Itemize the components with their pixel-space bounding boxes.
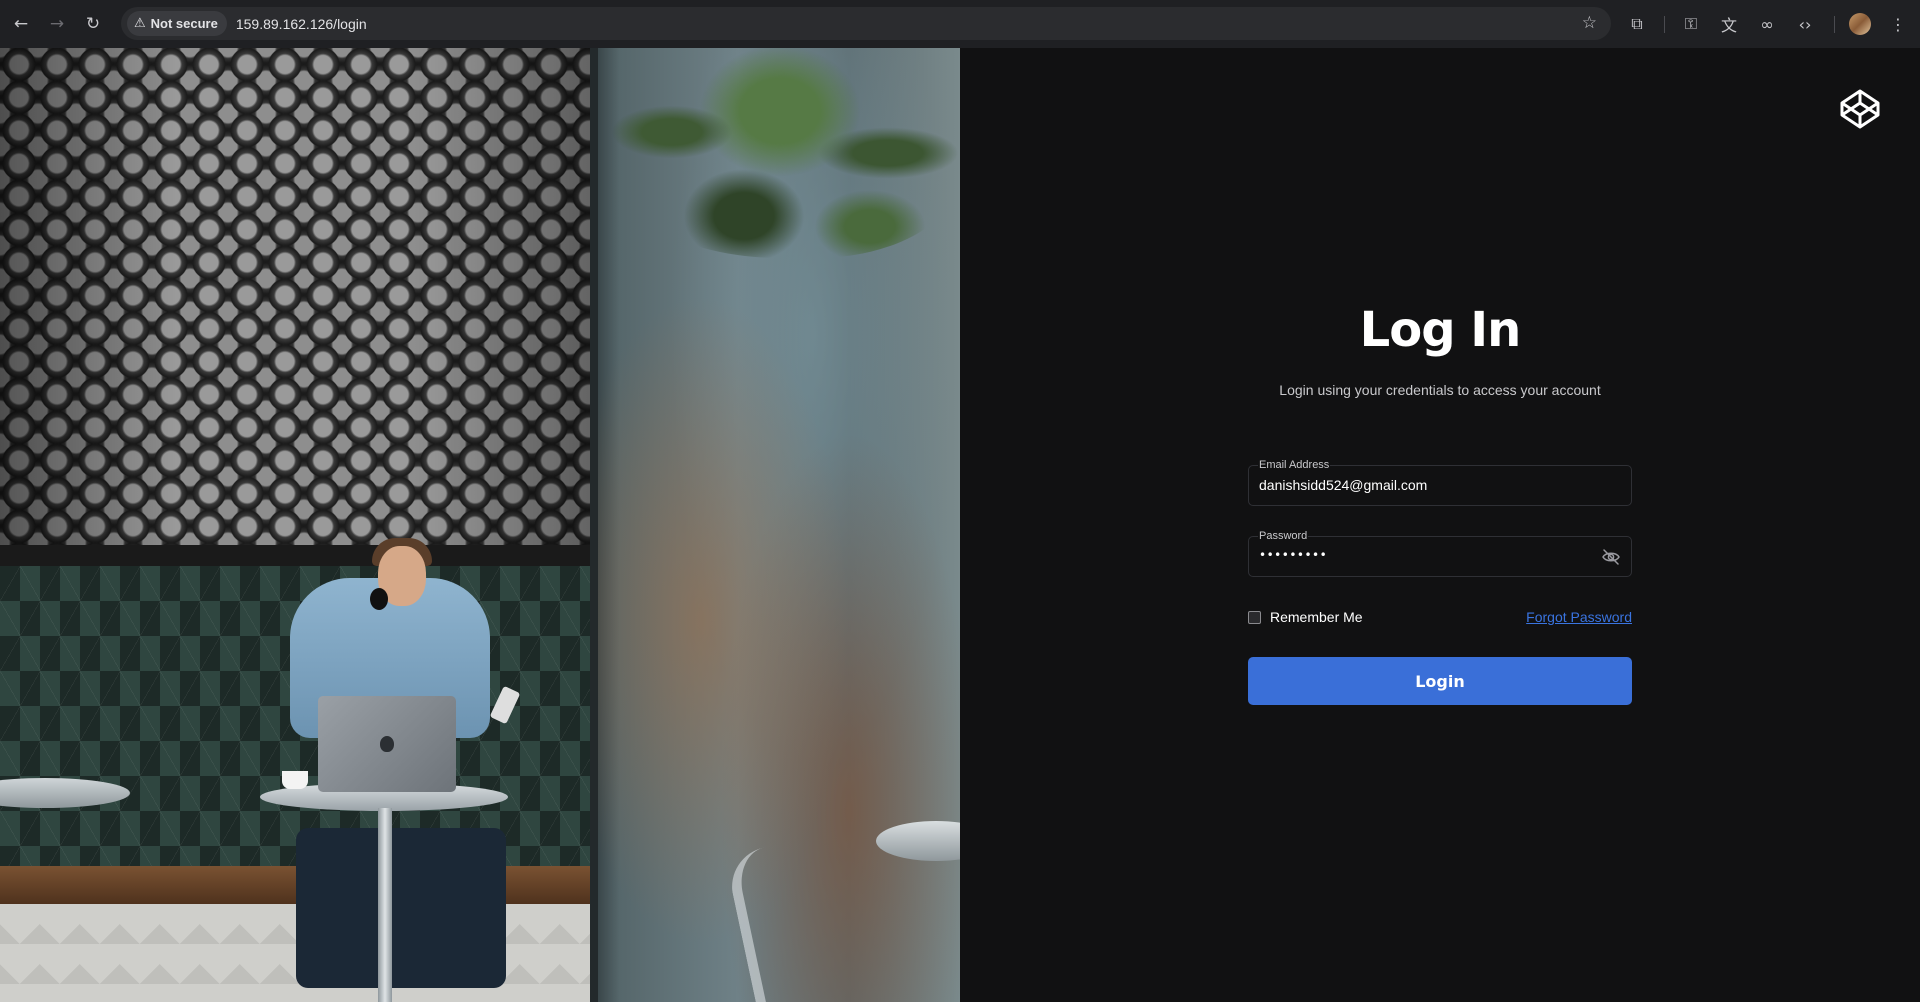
login-button[interactable]: Login (1248, 657, 1632, 705)
coffee-cup (282, 771, 308, 789)
email-value[interactable]: danishsidd524@gmail.com (1259, 477, 1427, 493)
remember-me[interactable]: Remember Me (1248, 609, 1363, 625)
profile-avatar[interactable] (1849, 13, 1871, 35)
codepen-logo-icon[interactable] (1839, 88, 1881, 130)
headphones (370, 588, 388, 610)
back-arrow-icon[interactable]: ← (8, 11, 34, 37)
security-label: Not secure (150, 16, 218, 31)
extensions-icon[interactable]: ⧉ (1623, 10, 1651, 38)
page-title: Log In (1359, 302, 1522, 358)
browser-toolbar: ← → ↻ ⚠ Not secure 159.89.162.126/login … (0, 0, 1920, 48)
url-text[interactable]: 159.89.162.126/login (236, 16, 367, 32)
star-icon[interactable]: ☆ (1582, 13, 1597, 33)
code-icon[interactable]: ‹› (1791, 10, 1819, 38)
remember-label: Remember Me (1270, 609, 1363, 625)
password-key-icon[interactable]: ⚿ (1677, 10, 1705, 38)
remember-checkbox[interactable] (1248, 610, 1261, 624)
toolbar-divider (1834, 16, 1835, 33)
password-value[interactable]: ••••••••• (1259, 548, 1327, 562)
address-bar[interactable]: ⚠ Not secure 159.89.162.126/login ☆ (121, 7, 1611, 40)
password-field[interactable]: Password ••••••••• (1248, 530, 1632, 577)
page-subtitle: Login using your credentials to access y… (1279, 382, 1601, 398)
forward-arrow-icon[interactable]: → (44, 11, 70, 37)
hanging-plants (600, 48, 960, 258)
toolbar-divider (1664, 16, 1665, 33)
login-panel (960, 48, 1920, 1002)
reload-icon[interactable]: ↻ (80, 11, 106, 37)
forgot-password-link[interactable]: Forgot Password (1526, 609, 1632, 625)
link-icon[interactable]: ∞ (1753, 10, 1781, 38)
hero-photo (0, 48, 960, 1002)
menu-icon[interactable]: ⋮ (1884, 10, 1912, 38)
warning-icon: ⚠ (134, 16, 146, 31)
email-field[interactable]: Email Address danishsidd524@gmail.com (1248, 459, 1632, 506)
translate-icon[interactable]: 文 (1715, 10, 1743, 38)
security-chip[interactable]: ⚠ Not secure (127, 11, 227, 36)
eye-off-icon[interactable] (1601, 548, 1621, 566)
password-label: Password (1258, 530, 1309, 542)
email-label: Email Address (1258, 459, 1331, 471)
